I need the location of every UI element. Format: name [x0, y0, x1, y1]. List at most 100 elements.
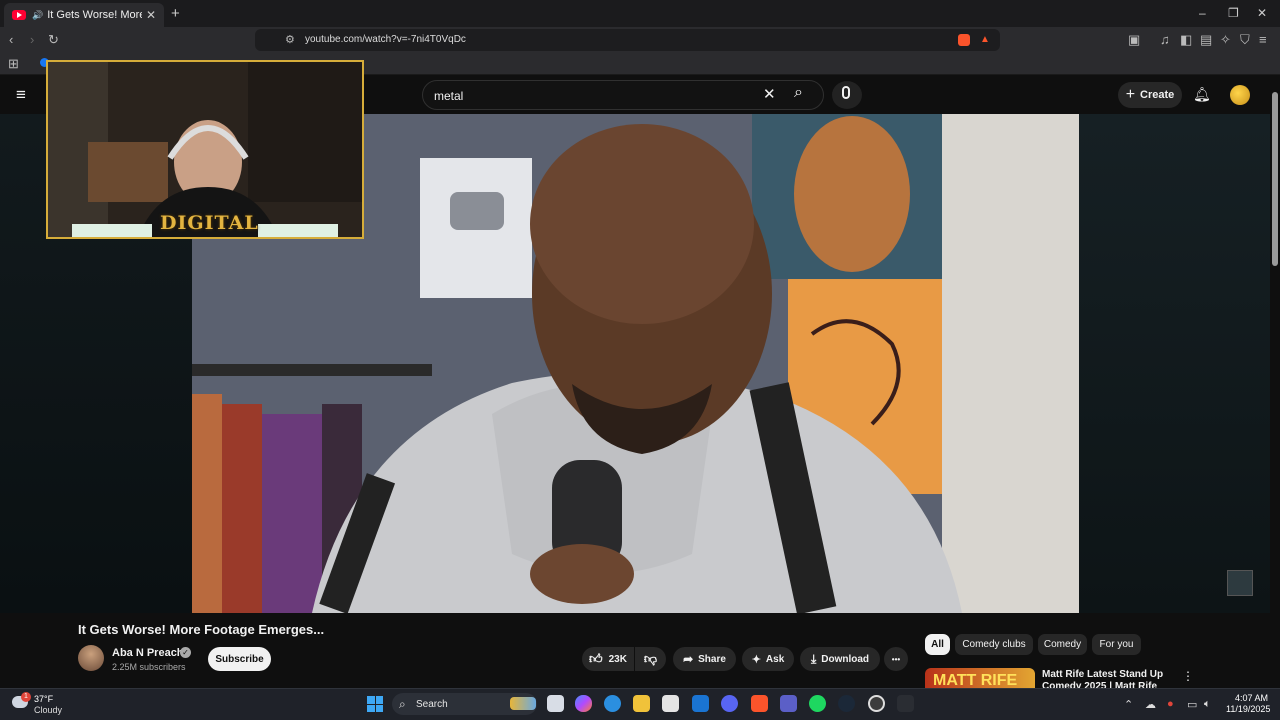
outlook-icon[interactable]	[692, 695, 709, 712]
search-icon[interactable]: ⌕	[794, 84, 803, 102]
dislike-button[interactable]: 👎︎	[635, 647, 666, 671]
download-label: Download	[821, 653, 870, 665]
create-button[interactable]: + Create	[1118, 82, 1182, 108]
chip-comedy-clubs[interactable]: Comedy clubs	[955, 634, 1033, 655]
wallet-icon[interactable]: ▤	[1200, 32, 1212, 48]
weather-alert-badge: 1	[21, 692, 31, 702]
steam-icon[interactable]	[838, 695, 855, 712]
chip-for-you[interactable]: For you	[1092, 634, 1141, 655]
recommended-video-thumbnail[interactable]: MATT RIFE	[925, 668, 1035, 688]
maximize-button[interactable]: ❐	[1228, 6, 1239, 20]
tab-title: It Gets Worse! More Footage	[47, 9, 142, 21]
brave-browser-icon[interactable]	[751, 695, 768, 712]
file-explorer-icon[interactable]	[633, 695, 650, 712]
channel-avatar[interactable]	[78, 645, 104, 671]
account-avatar[interactable]	[1230, 85, 1250, 105]
search-highlight-icon	[510, 697, 536, 710]
app-arrow-icon[interactable]	[897, 695, 914, 712]
teams-icon[interactable]	[780, 695, 797, 712]
scrollbar-thumb[interactable]	[1272, 92, 1278, 266]
reload-icon[interactable]: ↻	[48, 32, 59, 48]
chip-all[interactable]: All	[925, 634, 950, 655]
screenshot-icon[interactable]: ▣	[1128, 32, 1140, 48]
obs-icon[interactable]	[868, 695, 885, 712]
brave-shields-icon[interactable]	[958, 34, 970, 46]
subscribe-button[interactable]: Subscribe	[208, 647, 271, 671]
menu-icon[interactable]: ≡	[1259, 32, 1267, 47]
back-icon[interactable]: ‹	[9, 32, 13, 47]
task-view-icon[interactable]	[547, 695, 564, 712]
more-horizontal-icon: •••	[891, 654, 901, 664]
chip-label: All	[931, 639, 944, 650]
onedrive-cloud-icon[interactable]: ☁	[1145, 698, 1156, 711]
tab-close-icon[interactable]: ✕	[146, 8, 156, 22]
chip-label: Comedy clubs	[962, 639, 1026, 650]
discord-icon[interactable]	[721, 695, 738, 712]
plus-icon: +	[1125, 86, 1136, 103]
video-title: It Gets Worse! More Footage Emerges...	[78, 622, 325, 637]
chip-comedy[interactable]: Comedy	[1038, 634, 1087, 655]
sparkle-icon: ✦	[751, 653, 761, 666]
video-letterbox-right	[1079, 114, 1270, 613]
site-info-icon[interactable]: ⚙	[285, 33, 295, 46]
browser-tab-bar: 🔊 It Gets Worse! More Footage ✕ + – ❐ ✕	[0, 0, 1280, 27]
taskbar-search-label: Search	[416, 699, 448, 710]
download-icon: ⤓	[810, 651, 817, 666]
edge-icon[interactable]	[604, 695, 621, 712]
clock-date: 11/19/2025	[1226, 704, 1271, 714]
channel-watermark[interactable]	[1227, 570, 1253, 596]
windows-start-icon[interactable]	[367, 696, 383, 712]
address-bar-url: youtube.com/watch?v=-7ni4T0VqDc	[305, 34, 466, 45]
chip-label: Comedy	[1043, 639, 1082, 650]
vpn-shield-icon[interactable]: ⛉	[1240, 32, 1250, 48]
like-button[interactable]: 👍︎ 23K	[582, 647, 634, 671]
clock-time: 4:07 AM	[1234, 693, 1268, 703]
media-icon[interactable]: ♫	[1160, 32, 1170, 47]
search-query: metal	[434, 89, 464, 103]
guide-menu-icon[interactable]: ≡	[16, 85, 26, 105]
download-button[interactable]: ⤓ Download	[800, 647, 880, 671]
youtube-favicon-icon	[12, 10, 26, 20]
like-count: 23K	[608, 653, 627, 665]
clear-search-icon[interactable]: ✕	[763, 85, 776, 103]
thumbnail-text: MATT RIFE	[933, 672, 1018, 688]
leo-ai-icon[interactable]: ✧	[1220, 32, 1231, 48]
sidebar-icon[interactable]: ◧	[1180, 32, 1192, 48]
taskbar-clock[interactable]: 4:07 AM 11/19/2025	[1226, 693, 1271, 715]
volume-icon[interactable]: 🔈︎	[1204, 698, 1211, 711]
new-tab-button[interactable]: +	[171, 5, 180, 22]
thumbs-up-icon: 👍︎	[589, 651, 603, 666]
verified-badge-icon: ✓	[180, 647, 191, 658]
create-label: Create	[1140, 89, 1175, 101]
thumbs-down-icon: 👎︎	[643, 651, 658, 666]
apps-grid-icon[interactable]: ⊞	[8, 56, 19, 72]
ask-button[interactable]: ✦ Ask	[742, 647, 794, 671]
channel-name[interactable]: Aba N Preach	[112, 647, 184, 659]
browser-tab-active[interactable]: 🔊 It Gets Worse! More Footage ✕	[4, 3, 164, 27]
forward-icon[interactable]: ›	[30, 32, 34, 47]
share-label: Share	[698, 653, 726, 665]
chip-label: For you	[1099, 639, 1134, 650]
microsoft-store-icon[interactable]	[662, 695, 679, 712]
share-button[interactable]: ➦ Share	[673, 647, 736, 671]
brave-rewards-icon[interactable]: ▲	[980, 34, 992, 46]
spotify-icon[interactable]	[809, 695, 826, 712]
window-close-button[interactable]: ✕	[1257, 6, 1267, 20]
minimize-button[interactable]: –	[1199, 6, 1206, 20]
microphone-tray-icon[interactable]: ●	[1167, 698, 1174, 710]
speaker-icon[interactable]: 🔊	[32, 10, 43, 21]
subscribe-label: Subscribe	[215, 653, 264, 665]
show-hidden-icons-chevron-icon[interactable]: ⌃	[1124, 698, 1133, 711]
weather-condition[interactable]: Cloudy	[34, 705, 62, 715]
taskbar-search-icon: ⌕	[399, 697, 406, 711]
overlay-logo: DIGITAL	[160, 212, 259, 234]
microphone-icon	[842, 86, 850, 99]
recommended-video-title[interactable]: Matt Rife Latest Stand Up Comedy 2025 | …	[1042, 669, 1172, 689]
notifications-bell-icon[interactable]: 🔔︎	[1193, 86, 1211, 103]
network-icon[interactable]: ▭	[1187, 698, 1197, 711]
voice-search-button[interactable]	[832, 81, 862, 109]
weather-temperature[interactable]: 37°F	[34, 694, 53, 704]
copilot-icon[interactable]	[575, 695, 592, 712]
more-actions-button[interactable]: •••	[884, 647, 908, 671]
more-vertical-icon[interactable]: ⋮	[1182, 669, 1194, 683]
